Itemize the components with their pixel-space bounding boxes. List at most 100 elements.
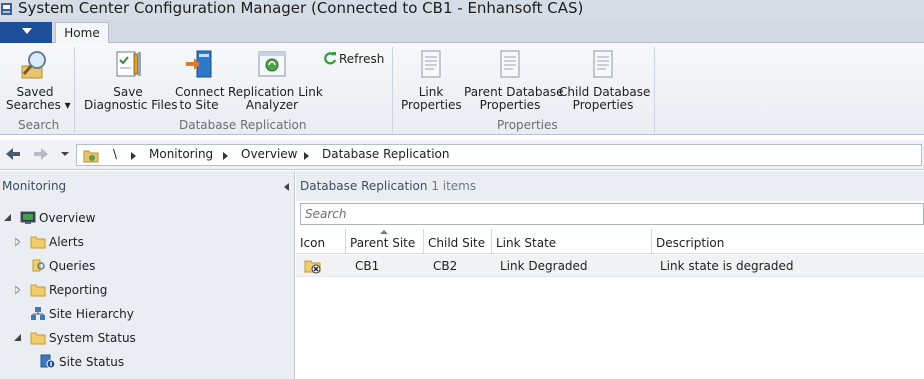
navigation-pane: Monitoring Overview Alerts Queries Repor… [0, 171, 295, 379]
address-bar[interactable]: \ Monitoring Overview Database Replicati… [76, 144, 922, 166]
replication-link-analyzer-button[interactable]: Replication Link Analyzer [228, 48, 323, 112]
breadcrumb-root[interactable]: \ [113, 147, 117, 161]
dropdown-arrow-icon [22, 28, 32, 34]
collapse-pane-icon[interactable] [284, 183, 289, 191]
column-header-link-state[interactable]: Link State [492, 229, 652, 254]
ribbon-tab-row: Home [0, 19, 924, 44]
tree-label-queries: Queries [49, 259, 96, 273]
connect-to-site-button[interactable]: Connect to Site [175, 48, 225, 112]
results-title-text: Database Replication [300, 179, 428, 193]
table-row[interactable]: CB1 CB2 Link Degraded Link state is degr… [296, 255, 924, 277]
breadcrumb-monitoring[interactable]: Monitoring [149, 147, 213, 161]
tab-home[interactable]: Home [55, 22, 109, 44]
link-properties-icon [421, 50, 441, 78]
tree-item-system-status[interactable]: System Status [0, 327, 290, 349]
history-dropdown-icon[interactable] [61, 152, 69, 156]
title-bar: System Center Configuration Manager (Con… [0, 0, 924, 19]
queries-icon [32, 259, 45, 272]
back-arrow-icon[interactable] [4, 146, 22, 162]
cell-child-site: CB2 [433, 259, 458, 273]
expanded-arrow-icon[interactable] [4, 214, 11, 221]
child-database-properties-button[interactable]: Child Database Properties [559, 48, 650, 112]
saved-searches-label-2: Searches ▾ [6, 98, 71, 112]
tree-label-overview: Overview [39, 211, 96, 225]
column-header-parent-site[interactable]: Parent Site [346, 229, 424, 254]
breadcrumb-separator-icon[interactable] [223, 152, 228, 160]
tree-item-queries[interactable]: Queries [0, 255, 290, 277]
child-database-properties-icon [593, 50, 613, 78]
collapsed-arrow-icon[interactable] [15, 286, 20, 294]
sort-ascending-icon [380, 230, 388, 234]
site-hierarchy-icon [31, 307, 45, 320]
saved-searches-button[interactable]: Saved Searches ▾ [6, 48, 71, 112]
link-properties-button[interactable]: Link Properties [401, 48, 462, 112]
cell-link-state: Link Degraded [500, 259, 588, 273]
tree-item-site-status[interactable]: Site Status [0, 351, 290, 373]
tree-label-alerts: Alerts [49, 235, 84, 249]
ribbon: Saved Searches ▾ Save Diagnostic Files C… [0, 43, 924, 135]
tree-item-reporting[interactable]: Reporting [0, 279, 290, 301]
tree-item-alerts[interactable]: Alerts [0, 231, 290, 253]
tree-label-site-hierarchy: Site Hierarchy [49, 307, 134, 321]
app-icon [1, 3, 12, 15]
column-header-icon[interactable]: Icon [296, 229, 346, 254]
overview-icon [20, 211, 36, 224]
cell-description: Link state is degraded [660, 259, 794, 273]
column-header-child-site[interactable]: Child Site [424, 229, 492, 254]
link-degraded-icon [304, 260, 321, 274]
results-header: Database Replication 1 items [296, 171, 924, 201]
results-count: 1 items [431, 179, 477, 193]
parent-database-properties-button[interactable]: Parent Database Properties [464, 48, 564, 112]
connect-to-site-label-2: to Site [179, 98, 219, 112]
tree-item-site-hierarchy[interactable]: Site Hierarchy [0, 303, 290, 325]
search-box[interactable] [300, 203, 924, 225]
results-pane: Database Replication 1 items Icon Parent… [296, 171, 924, 379]
ribbon-separator [74, 47, 75, 133]
refresh-button[interactable]: Refresh [323, 51, 384, 66]
file-menu-button[interactable] [0, 22, 52, 43]
ribbon-separator [654, 47, 655, 133]
ribbon-separator [392, 47, 393, 133]
folder-icon [30, 284, 46, 297]
parent-database-properties-label-2: Properties [479, 98, 541, 112]
tree-label-system-status: System Status [49, 331, 136, 345]
breadcrumb-overview[interactable]: Overview [241, 147, 298, 161]
child-database-properties-label-2: Properties [572, 98, 634, 112]
tree-label-site-status: Site Status [59, 355, 125, 369]
group-label-database-replication: Database Replication [179, 118, 307, 132]
folder-icon [30, 236, 46, 249]
replication-analyzer-icon [258, 51, 286, 77]
refresh-label: Refresh [339, 52, 385, 66]
navigation-pane-title: Monitoring [2, 179, 67, 193]
breadcrumb-separator-icon[interactable] [131, 152, 136, 160]
search-input[interactable] [301, 204, 923, 224]
tree-label-reporting: Reporting [49, 283, 108, 297]
expanded-arrow-icon[interactable] [14, 334, 21, 341]
row-icon-cell [304, 255, 326, 277]
saved-searches-icon [21, 51, 46, 79]
refresh-icon [324, 52, 337, 65]
navigation-bar: \ Monitoring Overview Database Replicati… [0, 140, 924, 170]
grid-header: Icon Parent Site Child Site Link State D… [296, 229, 924, 254]
save-diagnostic-files-button[interactable]: Save Diagnostic Files [84, 48, 178, 112]
collapsed-arrow-icon[interactable] [15, 238, 20, 246]
monitoring-folder-icon [83, 150, 99, 163]
save-diagnostic-files-icon [116, 51, 141, 77]
link-properties-label-2: Properties [401, 98, 462, 112]
replication-link-analyzer-label-2: Analyzer [245, 98, 299, 112]
forward-arrow-icon[interactable] [32, 146, 50, 162]
column-header-description[interactable]: Description [652, 229, 924, 254]
window-title: System Center Configuration Manager (Con… [18, 0, 584, 17]
folder-icon [30, 332, 46, 345]
column-header-parent-site-label: Parent Site [350, 236, 416, 250]
breadcrumb-separator-icon[interactable] [304, 152, 309, 160]
connect-to-site-icon [186, 50, 212, 78]
breadcrumb-database-replication[interactable]: Database Replication [322, 147, 449, 161]
save-diagnostic-files-label-2: Diagnostic Files [84, 98, 178, 112]
group-label-search: Search [18, 118, 60, 132]
group-label-properties: Properties [497, 118, 558, 132]
tree-item-overview[interactable]: Overview [0, 207, 290, 229]
parent-database-properties-icon [500, 50, 520, 78]
cell-parent-site: CB1 [355, 259, 380, 273]
results-title: Database Replication 1 items [300, 179, 476, 193]
